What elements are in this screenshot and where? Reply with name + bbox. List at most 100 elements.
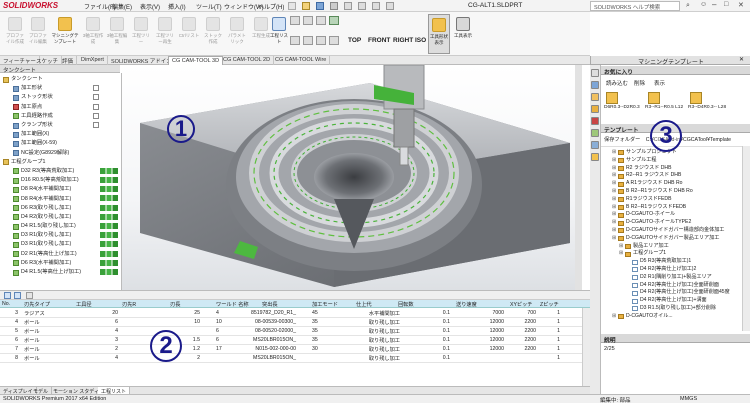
menu-help[interactable]: ヘルプ(H) — [258, 2, 284, 11]
table-row[interactable]: 4 ボール 6 10 10 08-00539-00300_ 35 取り残し加工 0.1 12000… — [0, 318, 590, 327]
column-header[interactable]: Zピッチ — [540, 301, 559, 308]
column-header[interactable]: 回転数 — [398, 301, 414, 308]
visibility-checkbox[interactable] — [93, 103, 99, 110]
select-icon[interactable] — [358, 2, 366, 10]
graphics-viewport[interactable]: 1 — [122, 65, 582, 290]
template-tab-icon[interactable] — [591, 153, 599, 161]
expand-icon[interactable]: ⊞ — [612, 149, 617, 157]
home-icon[interactable] — [591, 69, 599, 77]
grid-settings-icon[interactable] — [26, 292, 33, 299]
operation-item[interactable]: D3 R1(取り残し加工) — [0, 240, 121, 249]
favorite-1-label[interactable]: D6R0.3--D2R0.3 — [604, 105, 644, 111]
column-header[interactable]: 工具径 — [76, 301, 92, 308]
table-row[interactable]: 7 ボール 2 1.2 17 N015-002-000-00 30 取り残し加工 0.1 1200… — [0, 345, 590, 354]
template-folder-item[interactable]: ⊞ R1ラジウスドFEDB — [601, 196, 742, 204]
resources-icon[interactable] — [591, 81, 599, 89]
expand-icon[interactable]: ⊞ — [612, 196, 617, 204]
favorite-2-icon[interactable] — [648, 92, 660, 104]
expand-icon[interactable]: ⊞ — [612, 165, 617, 173]
template-folder-item[interactable]: ⊞ サンプル工程 — [601, 157, 742, 165]
expand-icon[interactable]: ⊞ — [612, 157, 617, 165]
process-tree-replay-button[interactable]: 工程ツリー再生 — [154, 14, 176, 54]
menu-file[interactable]: ファイル(F) — [84, 2, 116, 11]
ctrl-list-button[interactable]: Ctrlリスト — [178, 14, 200, 54]
tree-item[interactable]: タンクシート — [0, 75, 121, 84]
view-front-button[interactable]: FRONT — [368, 37, 390, 44]
custom-properties-icon[interactable] — [591, 141, 599, 149]
menu-view[interactable]: 表示(V) — [140, 2, 160, 11]
tab-dimxpert[interactable]: DimXpert — [78, 56, 108, 65]
display-shaded-icon[interactable] — [329, 16, 339, 25]
operation-item[interactable]: D4 R1.5(等高仕上げ加工) — [0, 268, 121, 277]
view-top-button[interactable]: TOP — [348, 37, 361, 44]
operation-item[interactable]: D2 R1(等高仕上げ加工) — [0, 250, 121, 259]
expand-icon[interactable]: ⊞ — [612, 227, 617, 235]
favorite-3-icon[interactable] — [690, 92, 702, 104]
expand-icon[interactable]: ⊞ — [619, 250, 624, 258]
part-model[interactable] — [122, 65, 582, 290]
tree-item[interactable]: 加工原点 — [0, 103, 121, 112]
operation-item[interactable]: D4 R1.5(取り残し加工) — [0, 222, 121, 231]
section-icon[interactable] — [303, 35, 313, 45]
template-folder-item[interactable]: ⊞ 工程グループ1 — [601, 250, 742, 258]
visibility-checkbox[interactable] — [93, 121, 99, 128]
tree-item[interactable]: 加工形状 — [0, 84, 121, 93]
column-header[interactable]: 送り速度 — [456, 301, 477, 308]
template-folder-item[interactable]: ⊞ D-CGAUTO-ホイール — [601, 211, 742, 219]
table-row[interactable]: 6 ボール 3 1.5 6 MS20LBR015ON_ 35 取り残し加工 0.1 12000 22… — [0, 336, 590, 345]
tab-evaluate[interactable]: 評価 — [59, 56, 78, 65]
stock-create-button[interactable]: ストック作成 — [202, 14, 224, 54]
search-icon[interactable]: ⌕ — [686, 2, 690, 10]
view-right-button[interactable]: RIGHT — [393, 37, 413, 44]
print-icon[interactable] — [330, 2, 338, 10]
view-iso-button[interactable]: ISO — [415, 37, 426, 44]
profile-edit-button[interactable]: プロファイル編集 — [27, 14, 49, 54]
column-header[interactable]: 加工モード — [312, 301, 338, 308]
table-row[interactable]: 5 ボール 4 6 08-00520-02000_ 35 取り残し加工 0.1 12000 220… — [0, 327, 590, 336]
parametric-button[interactable]: パラメトリック — [226, 14, 248, 54]
tree-item[interactable]: 工程グループ1 — [0, 158, 121, 167]
expand-icon[interactable]: ⊞ — [612, 235, 617, 243]
tab-cg-cam-wire[interactable]: CG CAM-TOOL Wire — [272, 56, 331, 65]
options-icon[interactable] — [386, 2, 394, 10]
tool-display-button[interactable]: 工具表示 — [452, 14, 474, 54]
tab-addins[interactable]: SOLIDWORKS アドイン — [108, 56, 176, 65]
operation-item[interactable]: D6 R3(取り残し加工) — [0, 204, 121, 213]
template-folder-item[interactable]: ⊞ D-CGAUTO-ホイールTYPE2 — [601, 219, 742, 227]
tab-cg-cam-3d[interactable]: CG CAM-TOOL 3D — [168, 56, 224, 65]
profile-create-button[interactable]: プロファイル作成 — [4, 14, 26, 54]
rebuild-icon[interactable] — [372, 2, 380, 10]
menu-edit[interactable]: 編集(E) — [112, 2, 132, 11]
expand-icon[interactable]: ⊞ — [619, 243, 624, 251]
tree-item[interactable]: ストック形状 — [0, 93, 121, 102]
favorite-3-label[interactable]: R3--D4R0.3-- L28 — [688, 105, 730, 111]
expand-icon[interactable]: ⊞ — [612, 188, 617, 196]
show-button[interactable]: 表示 — [654, 79, 665, 87]
operation-item[interactable]: D8 R4(水平補間加工) — [0, 185, 121, 194]
grid-refresh-icon[interactable] — [14, 292, 21, 299]
favorites-header[interactable]: お気に入り — [601, 66, 750, 76]
template-tree-scrollbar[interactable] — [742, 146, 750, 331]
template-folder-item[interactable]: ⊞ B R2--R1ラジウスド DHB Ro — [601, 188, 742, 196]
expand-icon[interactable]: ⊞ — [612, 219, 617, 227]
undo-icon[interactable] — [344, 2, 352, 10]
column-header[interactable]: 仕上代 — [356, 301, 372, 308]
new-icon[interactable] — [288, 2, 296, 10]
tree-item[interactable]: 加工範囲(X-59) — [0, 139, 121, 148]
template-folder-item[interactable]: ⊞ D-CGAUTOサイドガバー製品エリア加工 — [601, 235, 742, 243]
tree-item[interactable]: 加工範囲(X) — [0, 130, 121, 139]
operation-item[interactable]: D8 R4(水平補間加工) — [0, 194, 121, 203]
zoom-fit-icon[interactable] — [290, 16, 300, 25]
save-icon[interactable] — [316, 2, 324, 10]
column-header[interactable]: XYピッチ — [510, 301, 532, 308]
visibility-checkbox[interactable] — [93, 85, 99, 92]
operation-item[interactable]: D32 R3(等高荒取加工) — [0, 167, 121, 176]
tree-item[interactable]: クランプ形状 — [0, 121, 121, 130]
template-folder-item[interactable]: ⊞ D-CGAUTOオイル... — [601, 313, 742, 321]
favorite-1-icon[interactable] — [606, 92, 618, 104]
visibility-checkbox[interactable] — [93, 112, 99, 119]
operation-item[interactable]: D16 R0.5(等高荒取加工) — [0, 176, 121, 185]
view-palette-icon[interactable] — [591, 117, 599, 125]
operation-item[interactable]: D4 R2(取り残し加工) — [0, 213, 121, 222]
template-operation-item[interactable]: D5 R3(等高荒取加工)1 — [601, 258, 742, 266]
